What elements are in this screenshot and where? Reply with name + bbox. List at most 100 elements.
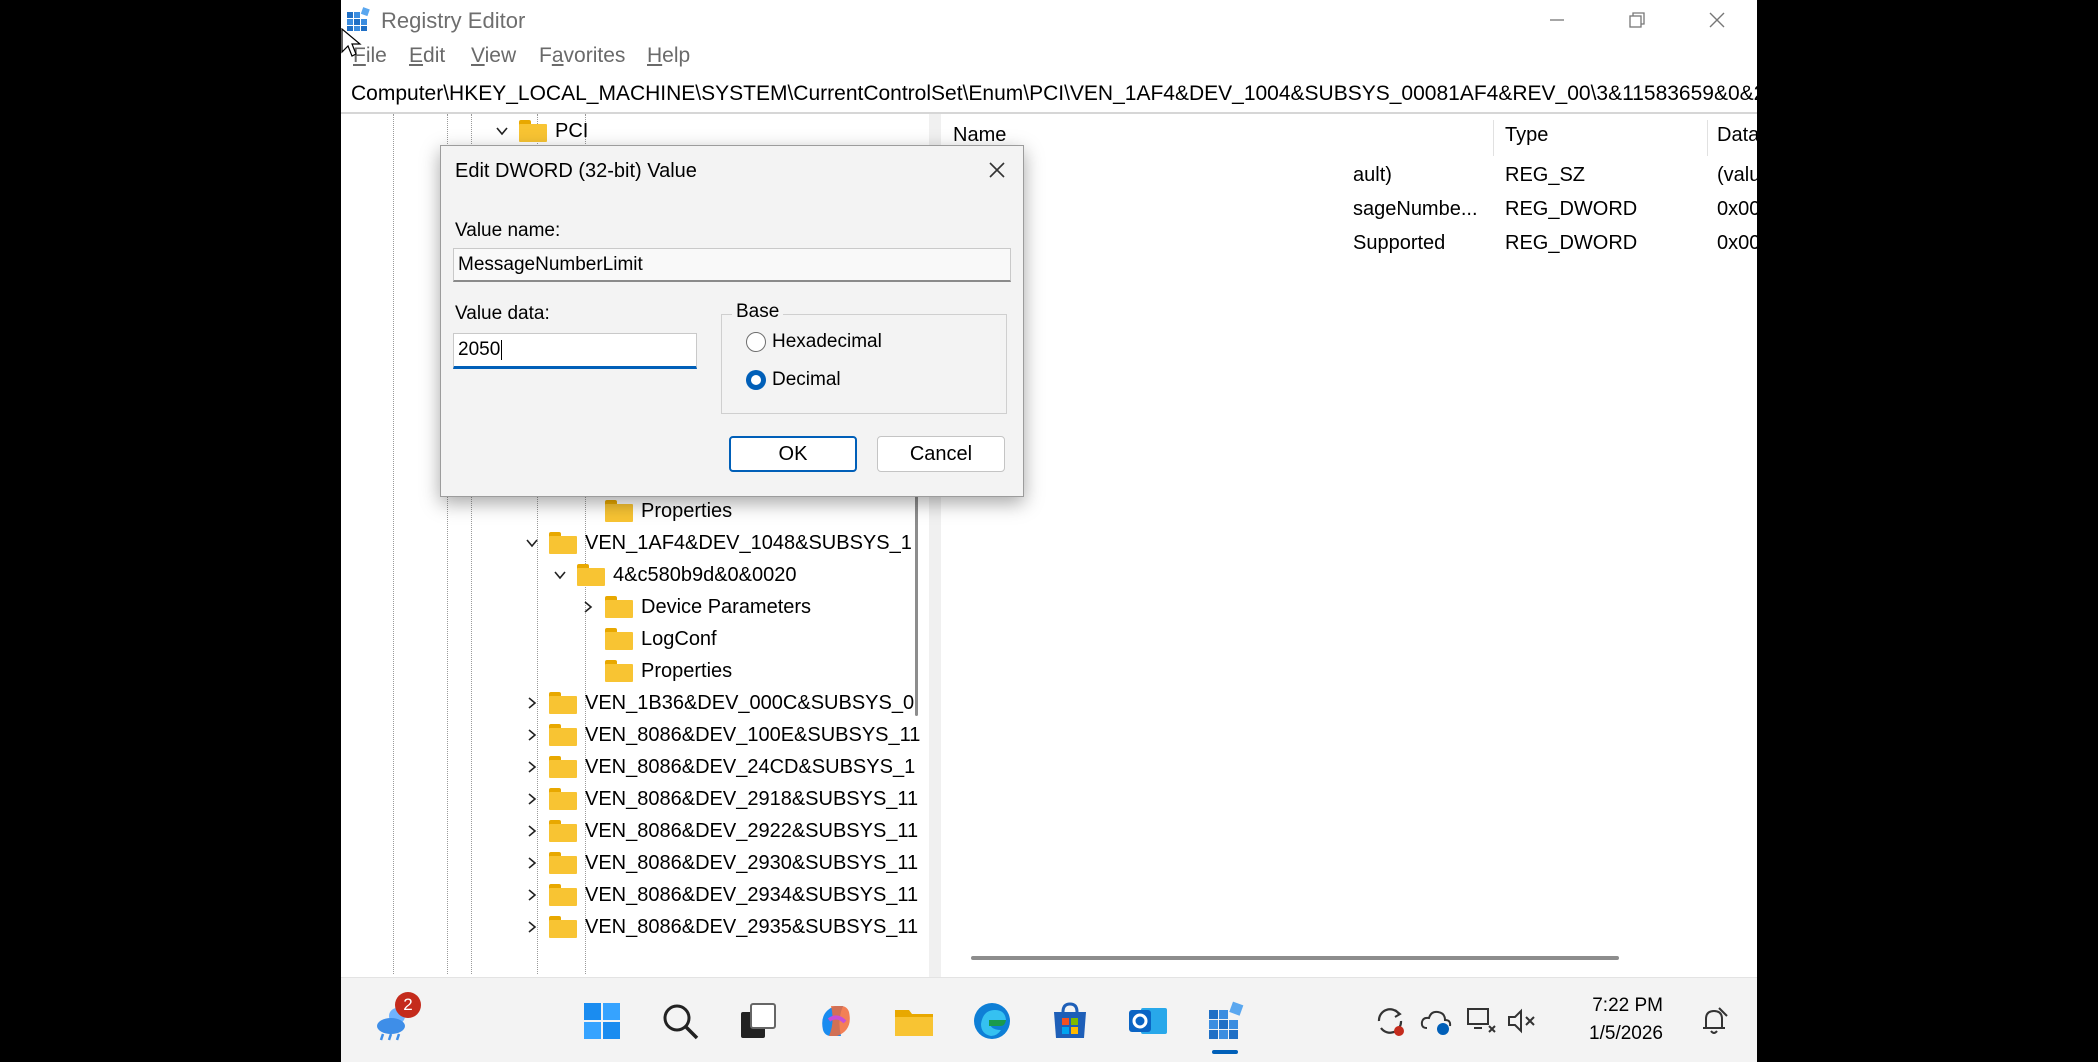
- value-name[interactable]: sageNumbe...: [1353, 198, 1478, 221]
- tree-item-ven-1048[interactable]: VEN_1AF4&DEV_1048&SUBSYS_1: [521, 528, 912, 558]
- file-explorer-icon[interactable]: [891, 998, 937, 1044]
- folder-icon: [577, 564, 605, 586]
- tree-item-sibling[interactable]: VEN_8086&DEV_24CD&SUBSYS_1: [521, 752, 915, 782]
- base-groupbox: Base Hexadecimal Decimal: [721, 301, 1007, 414]
- value-name-label: Value name:: [455, 220, 561, 241]
- tree-item-properties[interactable]: Properties: [605, 656, 732, 686]
- chevron-right-icon[interactable]: [521, 724, 543, 746]
- values-pane[interactable]: Name Type Data ault) REG_SZ (value not s…: [941, 114, 1757, 977]
- active-app-indicator: [1212, 1050, 1238, 1054]
- tree-item-sibling[interactable]: VEN_8086&DEV_100E&SUBSYS_11: [521, 720, 920, 750]
- value-type: REG_DWORD: [1505, 198, 1638, 220]
- value-data-text: 2050: [458, 339, 501, 360]
- tree-item-sibling[interactable]: VEN_1B36&DEV_000C&SUBSYS_0: [521, 688, 914, 718]
- search-icon[interactable]: [657, 998, 703, 1044]
- tree-item-label: Device Parameters: [641, 595, 812, 618]
- chevron-right-icon[interactable]: [521, 788, 543, 810]
- chevron-right-icon[interactable]: [521, 852, 543, 874]
- menu-edit[interactable]: Edit: [409, 44, 445, 68]
- tree-item-label: VEN_1B36&DEV_000C&SUBSYS_0: [585, 691, 915, 714]
- tree-item-instance[interactable]: 4&c580b9d&0&0020: [549, 560, 797, 590]
- chevron-down-icon[interactable]: [521, 532, 543, 554]
- tree-item-sibling[interactable]: VEN_8086&DEV_2930&SUBSYS_11: [521, 848, 918, 878]
- system-clock[interactable]: 7:22 PM 1/5/2026: [1583, 992, 1663, 1048]
- minimize-button[interactable]: [1517, 0, 1597, 40]
- folder-icon: [549, 820, 577, 842]
- outlook-icon[interactable]: [1125, 998, 1171, 1044]
- base-label: Base: [732, 301, 784, 323]
- radio-checked-icon: [746, 370, 766, 390]
- network-icon[interactable]: [1465, 1004, 1499, 1038]
- notification-bell-icon[interactable]: [1697, 1004, 1731, 1038]
- value-data-input[interactable]: 2050: [453, 333, 697, 369]
- store-icon[interactable]: [1047, 998, 1093, 1044]
- chevron-right-icon[interactable]: [521, 820, 543, 842]
- tree-item-pci[interactable]: PCI: [491, 116, 588, 146]
- decimal-radio[interactable]: Decimal: [746, 369, 841, 391]
- value-type: REG_DWORD: [1505, 232, 1638, 254]
- tree-item-sibling[interactable]: VEN_8086&DEV_2918&SUBSYS_11: [521, 784, 918, 814]
- cloud-sync-icon[interactable]: [1419, 1004, 1453, 1038]
- value-type: REG_SZ: [1505, 164, 1586, 186]
- value-name[interactable]: Supported: [1353, 232, 1445, 255]
- menu-help[interactable]: Help: [647, 44, 690, 68]
- tree-item-label: VEN_8086&DEV_100E&SUBSYS_11: [585, 723, 921, 746]
- start-icon[interactable]: [579, 998, 625, 1044]
- tree-item-label: VEN_1AF4&DEV_1048&SUBSYS_1: [585, 531, 912, 554]
- tree-item-logconf[interactable]: LogConf: [605, 624, 717, 654]
- registry-editor-icon[interactable]: [1203, 998, 1249, 1044]
- tree-item-sibling[interactable]: VEN_8086&DEV_2935&SUBSYS_11: [521, 912, 918, 942]
- clock-time: 7:22 PM: [1592, 995, 1663, 1016]
- volume-muted-icon[interactable]: [1505, 1004, 1539, 1038]
- dialog-title: Edit DWORD (32-bit) Value: [455, 160, 697, 182]
- restore-icon: [1629, 12, 1645, 28]
- value-name[interactable]: ault): [1353, 164, 1392, 187]
- close-icon: [989, 162, 1005, 178]
- tree-item-label: Properties: [641, 499, 733, 522]
- decimal-label: Decimal: [772, 369, 841, 390]
- hexadecimal-label: Hexadecimal: [772, 331, 882, 352]
- value-name-field[interactable]: MessageNumberLimit: [453, 248, 1011, 282]
- folder-icon: [549, 788, 577, 810]
- window-title: Registry Editor: [381, 8, 526, 33]
- folder-icon: [605, 628, 633, 650]
- folder-icon: [549, 884, 577, 906]
- tree-item-label: VEN_8086&DEV_2935&SUBSYS_11: [585, 915, 919, 938]
- folder-icon: [605, 596, 633, 618]
- tree-item-sibling[interactable]: VEN_8086&DEV_2934&SUBSYS_11: [521, 880, 918, 910]
- sync-icon[interactable]: [1373, 1004, 1407, 1038]
- column-header-type[interactable]: Type: [1505, 124, 1548, 147]
- tree-item-device-parameters[interactable]: Device Parameters: [577, 592, 811, 622]
- copilot-icon[interactable]: [813, 998, 859, 1044]
- column-header-data[interactable]: Data: [1717, 124, 1757, 147]
- desktop-screen: Registry Editor File Edit View Favorites…: [341, 0, 1757, 1062]
- chevron-right-icon[interactable]: [521, 916, 543, 938]
- tree-item-sibling[interactable]: VEN_8086&DEV_2922&SUBSYS_11: [521, 816, 918, 846]
- values-horizontal-scrollbar[interactable]: [971, 956, 1619, 960]
- address-bar[interactable]: Computer\HKEY_LOCAL_MACHINE\SYSTEM\Curre…: [341, 80, 1757, 114]
- close-button[interactable]: [1677, 0, 1757, 40]
- task-view-icon[interactable]: [735, 998, 781, 1044]
- ok-button[interactable]: OK: [729, 436, 857, 472]
- hexadecimal-radio[interactable]: Hexadecimal: [746, 331, 882, 353]
- menu-view[interactable]: View: [471, 44, 516, 68]
- menu-favorites[interactable]: Favorites: [539, 44, 625, 68]
- dialog-close-button[interactable]: [983, 156, 1011, 184]
- restore-button[interactable]: [1597, 0, 1677, 40]
- tree-item-properties[interactable]: Properties: [605, 496, 732, 526]
- chevron-right-icon[interactable]: [577, 596, 599, 618]
- chevron-right-icon[interactable]: [521, 884, 543, 906]
- column-separator[interactable]: [1493, 120, 1494, 156]
- cancel-button[interactable]: Cancel: [877, 436, 1005, 472]
- column-header-name[interactable]: Name: [953, 124, 1006, 147]
- radio-unchecked-icon: [746, 332, 766, 352]
- chevron-right-icon[interactable]: [521, 692, 543, 714]
- folder-icon: [549, 724, 577, 746]
- edge-icon[interactable]: [969, 998, 1015, 1044]
- folder-icon: [519, 120, 547, 142]
- minimize-icon: [1550, 19, 1564, 21]
- column-separator[interactable]: [1707, 120, 1708, 156]
- chevron-right-icon[interactable]: [521, 756, 543, 778]
- chevron-down-icon[interactable]: [549, 564, 571, 586]
- chevron-down-icon[interactable]: [491, 120, 513, 142]
